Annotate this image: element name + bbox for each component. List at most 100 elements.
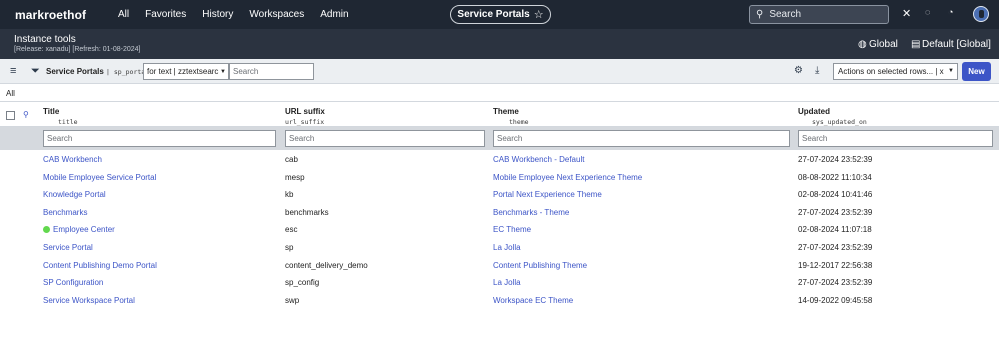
table-header: ⚲ Title title URL suffix url_suffix Them… xyxy=(0,101,999,127)
update-set-picker[interactable]: Default [Global] xyxy=(922,39,991,50)
chat-icon[interactable]: ◌ xyxy=(925,7,930,17)
title-link[interactable]: Knowledge Portal xyxy=(43,190,106,199)
title-link[interactable]: Employee Center xyxy=(43,225,115,234)
search-field-select[interactable]: for text | zztextsearc ▼ xyxy=(143,63,229,80)
status-dot-icon xyxy=(43,226,50,234)
nav-item-admin[interactable]: Admin xyxy=(320,9,348,20)
table-row: Employee Center esc EC Theme 02-08-2024 11:… xyxy=(0,221,999,239)
scope-picker[interactable]: Global xyxy=(869,39,898,50)
gear-icon[interactable]: ⚙ xyxy=(794,65,803,76)
theme-link[interactable]: Benchmarks - Theme xyxy=(493,208,569,217)
title-link[interactable]: Mobile Employee Service Portal xyxy=(43,173,156,182)
chevron-down-icon: ▼ xyxy=(220,68,226,75)
url-suffix-cell: content_delivery_demo xyxy=(285,261,368,270)
title-link-text: Mobile Employee Service Portal xyxy=(43,172,157,182)
table-row: SP Configuration sp_config La Jolla 27-07-2… xyxy=(0,274,999,292)
url-suffix-cell: sp xyxy=(285,243,293,252)
globe-icon: ◍ xyxy=(858,39,867,50)
updated-cell: 27-07-2024 23:52:39 xyxy=(798,208,872,217)
column-field-theme: theme xyxy=(509,118,529,126)
nav-item-all[interactable]: All xyxy=(118,9,129,20)
actions-select[interactable]: Actions on selected rows... | x ▼ xyxy=(833,63,958,80)
url-suffix-cell-text: esc xyxy=(285,225,298,235)
title-link-text: Service Portal xyxy=(43,243,93,252)
url-suffix-cell-text: kb xyxy=(285,190,294,200)
table-row: Content Publishing Demo Portal content_de… xyxy=(0,257,999,275)
column-header-title[interactable]: Title xyxy=(43,107,59,116)
breadcrumb[interactable]: All xyxy=(6,89,15,98)
column-header-url-suffix[interactable]: URL suffix xyxy=(285,107,325,116)
search-field-value: for text | zztextsearc xyxy=(147,67,219,76)
updated-cell-text: 08-08-2022 11:10:34 xyxy=(798,172,872,182)
logo[interactable]: markroethof xyxy=(15,8,86,22)
filter-icon[interactable]: ⏷ xyxy=(31,65,40,78)
title-link[interactable]: Service Workspace Portal xyxy=(43,296,135,305)
url-suffix-cell: swp xyxy=(285,296,299,305)
sparkle-icon[interactable]: ✕ xyxy=(902,7,911,20)
theme-link[interactable]: La Jolla xyxy=(493,243,521,252)
theme-link[interactable]: Workspace EC Theme xyxy=(493,296,573,305)
title-link-text: Knowledge Portal xyxy=(43,190,106,200)
column-header-updated[interactable]: Updated xyxy=(798,107,830,116)
title-link[interactable]: SP Configuration xyxy=(43,278,103,287)
theme-link-text: EC Theme xyxy=(493,225,532,235)
column-header-theme[interactable]: Theme xyxy=(493,107,519,116)
theme-link-text: CAB Workbench - Default xyxy=(493,155,585,164)
theme-link-text: La Jolla xyxy=(493,278,521,288)
nav-item-history[interactable]: History xyxy=(202,9,233,20)
url-suffix-cell: benchmarks xyxy=(285,208,329,217)
updated-cell-text: 27-07-2024 23:52:39 xyxy=(798,207,873,217)
updated-cell-text: 14-09-2022 09:45:58 xyxy=(798,295,873,305)
search-icon[interactable]: ⚲ xyxy=(23,110,29,119)
title-link-text: CAB Workbench xyxy=(43,155,102,164)
table-row: CAB Workbench cab CAB Workbench - Default 2… xyxy=(0,151,999,169)
theme-link-text: Portal Next Experience Theme xyxy=(493,190,602,200)
column-field-url-suffix: url_suffix xyxy=(285,118,325,126)
theme-link[interactable]: CAB Workbench - Default xyxy=(493,155,584,164)
theme-link[interactable]: EC Theme xyxy=(493,225,531,234)
title-link-text: Content Publishing Demo Portal xyxy=(43,260,157,270)
search-icon: ⚲ xyxy=(756,9,764,20)
title-link[interactable]: Content Publishing Demo Portal xyxy=(43,261,157,270)
url-suffix-search-input[interactable]: Search xyxy=(285,130,485,147)
star-icon[interactable]: ☆ xyxy=(534,8,544,21)
title-search-input[interactable]: Search xyxy=(43,130,276,147)
top-navigation: markroethof All Favorites History Worksp… xyxy=(0,0,999,29)
select-all-checkbox[interactable] xyxy=(6,111,15,120)
url-suffix-cell: mesp xyxy=(285,173,305,182)
actions-label: Actions on selected rows... | x xyxy=(838,67,944,76)
download-icon[interactable]: ⤓ xyxy=(815,65,819,76)
theme-link[interactable]: La Jolla xyxy=(493,278,521,287)
updated-search-input[interactable]: Search xyxy=(798,130,993,147)
theme-link-text: Benchmarks - Theme xyxy=(493,207,570,217)
title-link-text: Employee Center xyxy=(53,225,115,235)
nav-item-favorites[interactable]: Favorites xyxy=(145,9,186,20)
new-button[interactable]: New xyxy=(962,62,991,81)
context-bar: Instance tools [Release: xanadu] [Refres… xyxy=(0,29,999,59)
updated-cell: 27-07-2024 23:52:39 xyxy=(798,155,872,164)
table-row: Mobile Employee Service Portal mesp Mobile… xyxy=(0,169,999,187)
theme-link[interactable]: Content Publishing Theme xyxy=(493,261,587,270)
context-title: Instance tools xyxy=(14,34,76,45)
list-toolbar: ≡ ⏷ Service Portals | sp_portal for text… xyxy=(0,59,999,84)
url-suffix-cell-text: swp xyxy=(285,295,300,305)
context-pill[interactable]: Service Portals ☆ xyxy=(450,5,551,24)
bell-icon[interactable]: ◔ xyxy=(948,7,953,17)
hamburger-icon[interactable]: ≡ xyxy=(10,65,16,77)
url-suffix-cell-text: benchmarks xyxy=(285,207,329,217)
updated-cell-text: 27-07-2024 23:52:39 xyxy=(798,278,873,288)
list-search-input[interactable]: Search xyxy=(229,63,314,80)
title-link[interactable]: Benchmarks xyxy=(43,208,87,217)
url-suffix-cell: kb xyxy=(285,190,293,199)
global-search-input[interactable]: ⚲ Search xyxy=(749,5,889,24)
title-link[interactable]: CAB Workbench xyxy=(43,155,102,164)
theme-link-text: Content Publishing Theme xyxy=(493,260,588,270)
theme-link[interactable]: Portal Next Experience Theme xyxy=(493,190,602,199)
theme-link[interactable]: Mobile Employee Next Experience Theme xyxy=(493,173,642,182)
theme-search-input[interactable]: Search xyxy=(493,130,790,147)
nav-item-workspaces[interactable]: Workspaces xyxy=(249,9,304,20)
theme-link-text: Workspace EC Theme xyxy=(493,295,574,305)
updated-cell-text: 02-08-2024 10:41:46 xyxy=(798,190,873,200)
avatar[interactable] xyxy=(973,6,989,22)
title-link[interactable]: Service Portal xyxy=(43,243,93,252)
